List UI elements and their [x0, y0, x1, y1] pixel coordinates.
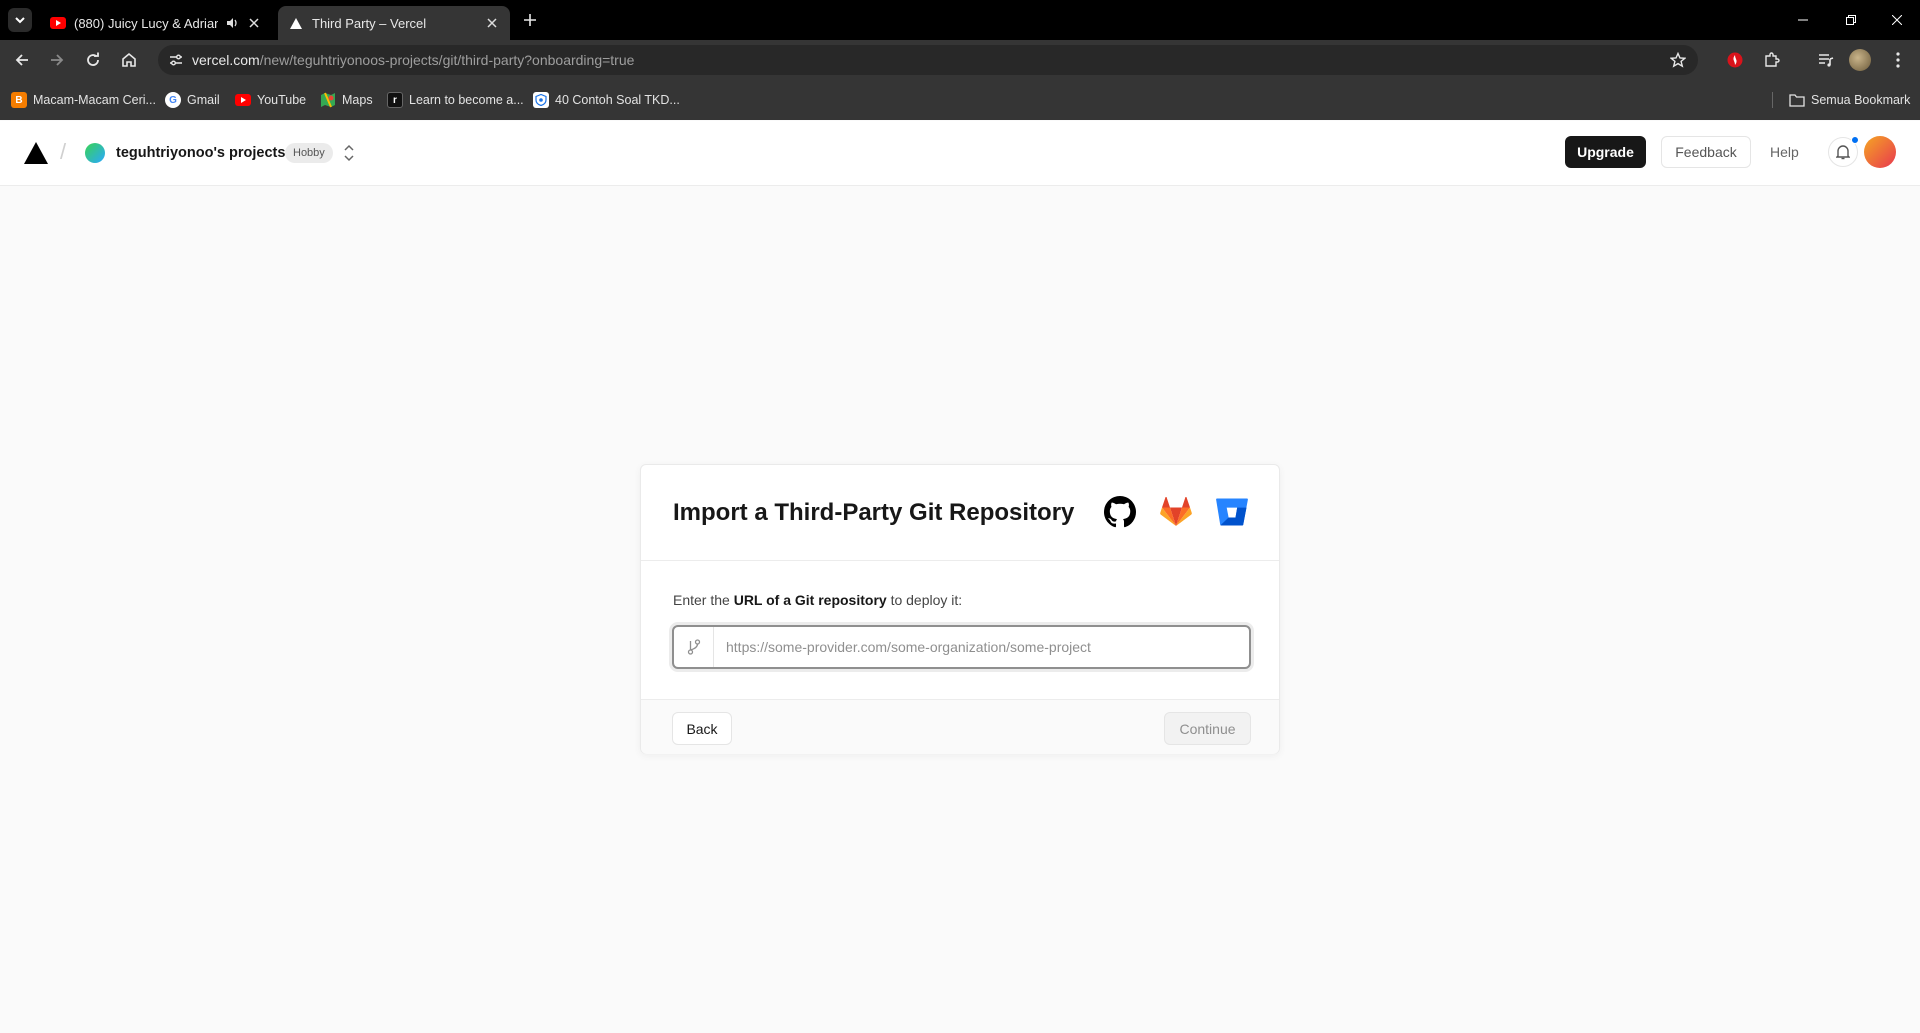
minimize-button[interactable] — [1780, 0, 1826, 40]
restore-icon — [1846, 15, 1856, 25]
tab-search-button[interactable] — [8, 8, 32, 32]
media-control-button[interactable] — [1812, 46, 1840, 74]
extension-shield-icon — [1727, 52, 1743, 68]
maps-icon — [320, 92, 336, 108]
url-prompt: Enter the URL of a Git repository to dep… — [673, 592, 962, 608]
close-icon[interactable] — [484, 15, 500, 31]
git-branch-icon — [674, 627, 714, 667]
url-host: vercel.com — [192, 52, 260, 68]
youtube-icon — [50, 15, 66, 31]
feedback-button[interactable]: Feedback — [1661, 136, 1751, 168]
url-path: /new/teguhtriyonoos-projects/git/third-p… — [259, 52, 635, 68]
browser-toolbar: vercel.com/new/teguhtriyonoos-projects/g… — [0, 40, 1920, 80]
bookmarks-bar: B Macam-Macam Ceri... G Gmail YouTube Ma… — [0, 80, 1920, 120]
playlist-icon — [1819, 54, 1834, 67]
bookmark-item[interactable]: Maps — [320, 90, 373, 110]
browser-menu-button[interactable] — [1884, 46, 1912, 74]
home-button[interactable] — [115, 46, 143, 74]
roadmap-icon: r — [387, 92, 403, 108]
import-repository-card: Import a Third-Party Git Repository Ente… — [640, 464, 1280, 754]
forward-nav-button[interactable] — [43, 46, 71, 74]
tab-title: (880) Juicy Lucy & Adrian K — [74, 15, 218, 31]
bookmark-item[interactable]: r Learn to become a... — [387, 90, 524, 110]
plus-icon — [524, 14, 536, 26]
bookmark-label: YouTube — [257, 93, 307, 107]
close-icon[interactable] — [246, 15, 262, 31]
bitbucket-icon — [1215, 495, 1249, 529]
minimize-icon — [1798, 19, 1808, 21]
bookmark-label: Learn to become a... — [409, 93, 524, 107]
bookmark-item[interactable]: 40 Contoh Soal TKD... — [533, 90, 680, 110]
upgrade-button[interactable]: Upgrade — [1565, 136, 1646, 168]
new-tab-button[interactable] — [520, 10, 540, 30]
arrow-right-icon — [51, 54, 64, 66]
extensions-button[interactable] — [1758, 46, 1786, 74]
breadcrumb-slash: / — [60, 139, 67, 164]
bookmarks-divider — [1772, 92, 1773, 108]
gitlab-icon — [1159, 495, 1193, 529]
bookmark-label: 40 Contoh Soal TKD... — [555, 93, 680, 107]
address-bar[interactable]: vercel.com/new/teguhtriyonoos-projects/g… — [158, 45, 1698, 75]
prompt-emphasis: URL of a Git repository — [733, 592, 887, 608]
user-avatar[interactable] — [1864, 136, 1896, 168]
tab-youtube[interactable]: (880) Juicy Lucy & Adrian K — [40, 6, 272, 40]
browser-tabstrip: (880) Juicy Lucy & Adrian K Third Party … — [0, 0, 1920, 40]
team-name[interactable]: teguhtriyonoo's projects — [116, 145, 285, 161]
reload-icon — [87, 52, 99, 66]
help-link[interactable]: Help — [1770, 144, 1799, 160]
close-icon — [1892, 15, 1902, 25]
prompt-text: to deploy it: — [886, 592, 963, 608]
google-icon: G — [165, 92, 181, 108]
team-avatar[interactable] — [85, 143, 105, 163]
all-bookmarks-button[interactable]: Semua Bookmark — [1789, 90, 1910, 110]
back-button[interactable]: Back — [672, 712, 732, 745]
bookmark-label: Gmail — [187, 93, 220, 107]
prompt-text: Enter the — [673, 592, 734, 608]
bookmark-star-icon[interactable] — [1666, 48, 1690, 72]
bell-icon — [1836, 145, 1850, 160]
bookmark-item[interactable]: B Macam-Macam Ceri... — [11, 90, 156, 110]
card-title: Import a Third-Party Git Repository — [673, 499, 1075, 526]
kebab-menu-icon — [1896, 52, 1900, 68]
folder-icon — [1789, 92, 1805, 108]
home-icon — [122, 52, 136, 67]
bookmark-label: Maps — [342, 93, 373, 107]
blogger-icon: B — [11, 92, 27, 108]
bookmark-label: Macam-Macam Ceri... — [33, 93, 156, 107]
back-nav-button[interactable] — [8, 46, 36, 74]
tab-vercel[interactable]: Third Party – Vercel — [278, 6, 510, 40]
speaker-icon[interactable] — [224, 15, 240, 31]
continue-button[interactable]: Continue — [1164, 712, 1251, 745]
profile-button[interactable] — [1846, 46, 1874, 74]
close-window-button[interactable] — [1874, 0, 1920, 40]
puzzle-icon — [1765, 52, 1780, 67]
card-body: Enter the URL of a Git repository to dep… — [641, 562, 1279, 673]
card-header: Import a Third-Party Git Repository — [641, 465, 1279, 561]
extension-button[interactable] — [1721, 46, 1749, 74]
notification-dot — [1851, 136, 1859, 144]
youtube-icon — [235, 92, 251, 108]
plan-badge: Hobby — [285, 143, 333, 163]
github-icon — [1103, 495, 1137, 529]
notifications-button[interactable] — [1828, 136, 1859, 167]
all-bookmarks-label: Semua Bookmark — [1811, 93, 1911, 107]
profile-avatar — [1849, 49, 1871, 71]
arrow-left-icon — [15, 54, 28, 66]
tab-title: Third Party – Vercel — [312, 15, 427, 31]
repository-url-input[interactable] — [726, 627, 1246, 667]
card-footer: Back Continue — [641, 699, 1279, 754]
site-settings-icon[interactable] — [164, 48, 188, 72]
chevron-down-icon — [15, 17, 25, 24]
bookmark-item[interactable]: YouTube — [235, 90, 306, 110]
url-text: vercel.com/new/teguhtriyonoos-projects/g… — [192, 52, 634, 68]
chevron-up-down-icon[interactable] — [342, 143, 356, 163]
restore-button[interactable] — [1828, 0, 1874, 40]
vercel-logo-icon[interactable] — [24, 142, 48, 164]
shield-icon — [533, 92, 549, 108]
vercel-icon — [288, 15, 304, 31]
repository-url-field[interactable] — [672, 625, 1251, 669]
vercel-header: / teguhtriyonoo's projects Hobby Upgrade… — [0, 121, 1920, 186]
bookmark-item[interactable]: G Gmail — [165, 90, 220, 110]
reload-button[interactable] — [79, 46, 107, 74]
